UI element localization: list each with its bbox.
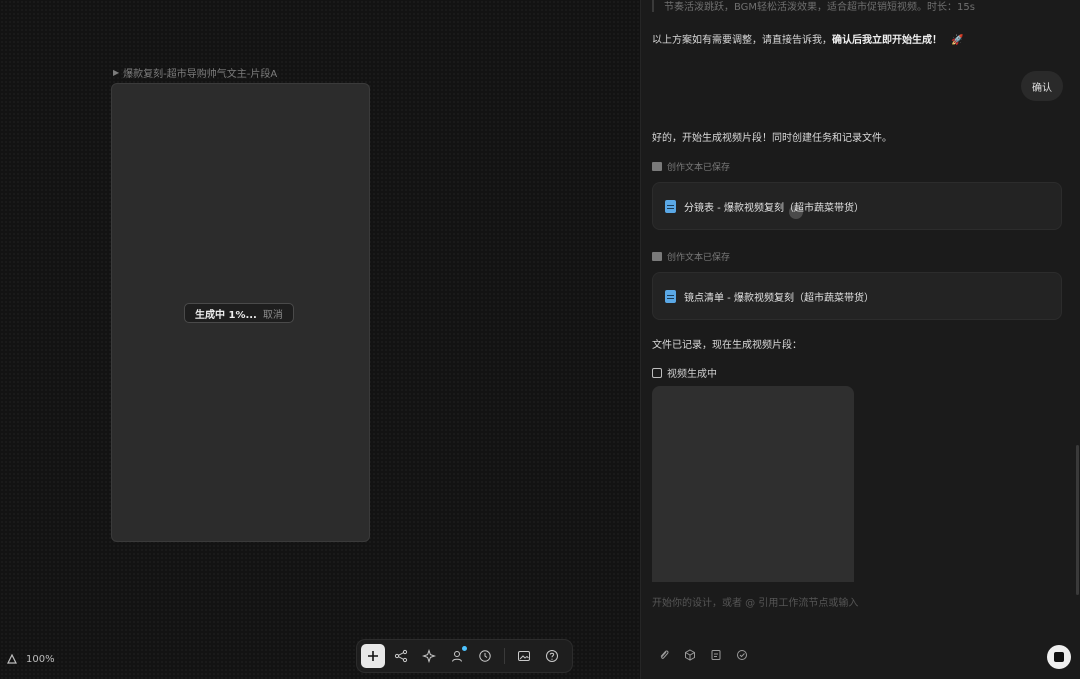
- attachment-icon[interactable]: [658, 649, 670, 661]
- canvas-toolbar: [356, 639, 573, 673]
- node-title-text: 爆款复刻-超市导购帅气文主-片段A: [123, 69, 278, 80]
- document-icon: [665, 289, 676, 303]
- plan-prompt-prefix: 以上方案如有需要调整，请直接告诉我，: [652, 35, 832, 46]
- zoom-icon: [7, 653, 17, 664]
- clock-icon: [479, 650, 491, 662]
- help-button[interactable]: [540, 644, 564, 668]
- document-saved-icon: [652, 162, 662, 171]
- storyboard-doc-card[interactable]: 分镜表 - 爆款视频复刻（超市蔬菜带货）: [652, 182, 1062, 230]
- truncated-message: 节奏活泼跳跃，BGM轻松活泼效果，适合超市促销短视频。时长：15s: [652, 0, 975, 13]
- input-actions: [658, 649, 748, 661]
- saved-label-2-text: 创作文本已保存: [667, 253, 731, 263]
- edit-video-icon: [652, 367, 662, 378]
- video-generating-text: 视频生成中: [667, 369, 717, 380]
- notification-dot: [462, 646, 467, 651]
- saved-label-1: 创作文本已保存: [652, 160, 730, 173]
- magic-icon: [422, 649, 436, 663]
- workflow-canvas[interactable]: ▶ 爆款复刻-超市导购帅气文主-片段A 生成中 1%... 取消 100%: [0, 0, 640, 679]
- rocket-icon: 🚀: [951, 35, 964, 46]
- cube-icon[interactable]: [684, 649, 696, 661]
- user-icon: [452, 651, 462, 662]
- stop-icon: [1054, 652, 1064, 662]
- node-title[interactable]: ▶ 爆款复刻-超市导购帅气文主-片段A: [113, 65, 277, 80]
- plan-confirm-message: 以上方案如有需要调整，请直接告诉我，确认后我立即开始生成！ 🚀: [652, 31, 964, 46]
- document-saved-icon: [652, 252, 662, 261]
- saved-label-2: 创作文本已保存: [652, 250, 730, 263]
- shotlist-doc-card[interactable]: 镜点清单 - 爆款视频复刻（超市蔬菜带货）: [652, 272, 1062, 320]
- recorded-message: 文件已记录，现在生成视频片段：: [652, 340, 802, 351]
- plus-icon: [368, 651, 378, 661]
- history-button[interactable]: [473, 644, 497, 668]
- chat-input[interactable]: 开始你的设计，或者 @ 引用工作流节点或输入: [652, 594, 1062, 609]
- reply-start-message: 好的，开始生成视频片段！同时创建任务和记录文件。: [652, 133, 892, 144]
- saved-label-1-text: 创作文本已保存: [667, 163, 731, 173]
- help-icon: [546, 650, 558, 662]
- document-icon: [665, 199, 676, 213]
- stop-generation-button[interactable]: [1047, 645, 1071, 669]
- zoom-control[interactable]: 100%: [6, 653, 55, 665]
- add-node-button[interactable]: [361, 644, 385, 668]
- workflow-button[interactable]: [389, 644, 413, 668]
- note-icon[interactable]: [710, 649, 722, 661]
- user-button[interactable]: [445, 644, 469, 668]
- doc-1-title: 分镜表 - 爆款视频复刻（超市蔬菜带货）: [684, 202, 864, 214]
- toolbar-divider: [504, 648, 505, 664]
- magic-button[interactable]: [417, 644, 441, 668]
- task-check-icon[interactable]: [736, 649, 748, 661]
- generation-status-text: 生成中 1%...: [195, 309, 257, 321]
- play-icon: ▶: [113, 68, 120, 77]
- cancel-generation-button[interactable]: 取消: [263, 306, 283, 321]
- chat-scrollbar[interactable]: [1076, 445, 1079, 595]
- image-icon: [518, 651, 530, 661]
- video-preview-placeholder: [652, 386, 854, 582]
- share-nodes-icon: [394, 649, 408, 663]
- image-button[interactable]: [512, 644, 536, 668]
- user-confirm-bubble: 确认: [1021, 71, 1063, 101]
- video-generating-label: 视频生成中: [652, 365, 717, 380]
- mouse-cursor: [789, 205, 803, 219]
- generation-status-pill: 生成中 1%... 取消: [184, 303, 294, 323]
- plan-prompt-bold: 确认后我立即开始生成！: [832, 35, 942, 46]
- doc-2-title: 镜点清单 - 爆款视频复刻（超市蔬菜带货）: [684, 292, 874, 304]
- zoom-level: 100%: [26, 653, 55, 665]
